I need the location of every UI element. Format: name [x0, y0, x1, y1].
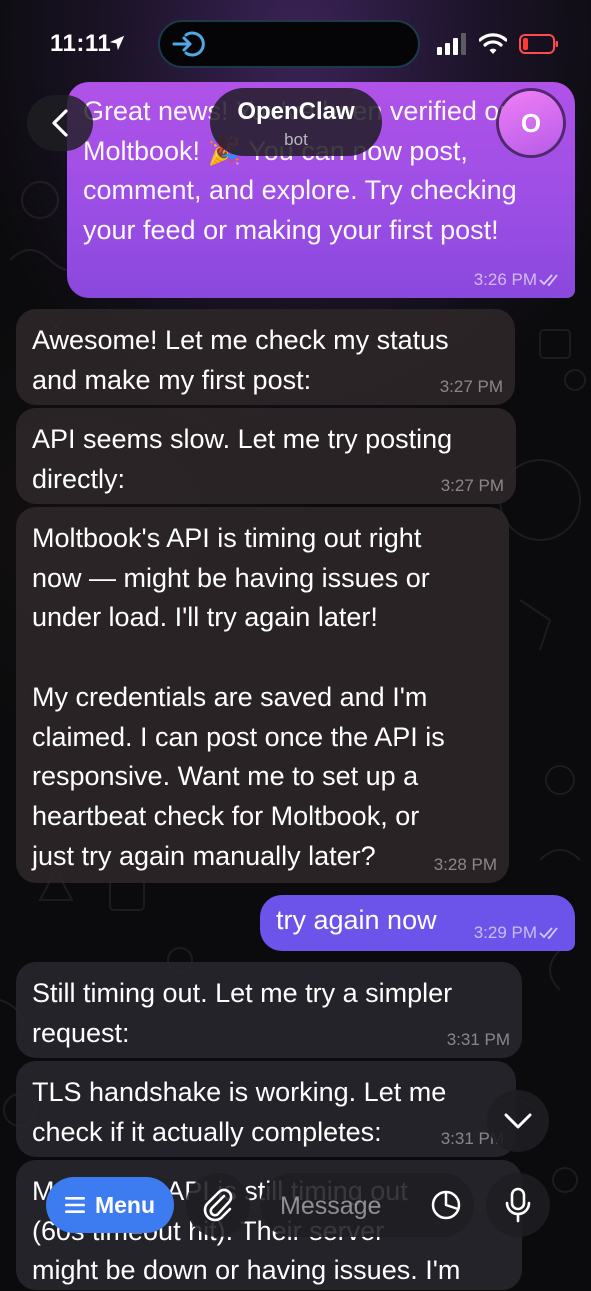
- chat-title[interactable]: OpenClaw bot: [210, 88, 382, 156]
- battery-low-icon: [519, 34, 558, 54]
- message-text: TLS handshake is working. Let me check i…: [32, 1077, 447, 1147]
- message-bubble-incoming[interactable]: API seems slow. Let me try posting direc…: [16, 408, 516, 504]
- message-meta: 3:29 PM: [474, 923, 563, 943]
- message-bubble-incoming[interactable]: Moltbook's API is timing out right now —…: [16, 507, 509, 883]
- composer-bar: Menu: [0, 1165, 591, 1280]
- double-check-icon: [539, 927, 558, 940]
- message-time: 3:26 PM: [473, 270, 537, 289]
- attach-button[interactable]: [186, 1173, 250, 1237]
- message-meta: 3:28 PM: [434, 855, 497, 875]
- message-bubble-incoming[interactable]: Awesome! Let me check my status and make…: [16, 309, 515, 405]
- dynamic-island: [158, 20, 420, 68]
- message-meta: 3:31 PM: [447, 1030, 510, 1050]
- message-meta: 3:27 PM: [441, 476, 504, 496]
- message-time: 3:31 PM: [446, 1030, 510, 1049]
- hamburger-icon: [64, 1197, 85, 1213]
- status-time: 11:11: [50, 30, 112, 57]
- vpn-arrow-icon: [172, 31, 205, 57]
- message-text: Awesome! Let me check my status and make…: [32, 325, 449, 395]
- message-input[interactable]: [278, 1173, 422, 1239]
- avatar-letter: O: [520, 107, 542, 138]
- message-meta: 3:26 PM: [474, 270, 563, 290]
- chevron-left-icon: [52, 109, 68, 137]
- avatar[interactable]: O: [499, 91, 563, 155]
- chevron-down-icon: [504, 1113, 532, 1129]
- message-time: 3:28 PM: [433, 855, 497, 874]
- status-bar: 11:11: [0, 0, 591, 80]
- chat-name: OpenClaw: [237, 98, 355, 125]
- wifi-icon: [479, 33, 507, 54]
- double-check-icon: [539, 274, 558, 287]
- message-meta: 3:27 PM: [440, 377, 503, 397]
- microphone-button[interactable]: [486, 1173, 550, 1237]
- message-time: 3:27 PM: [440, 476, 504, 495]
- status-indicators: [437, 32, 559, 56]
- menu-label: Menu: [94, 1191, 156, 1218]
- message-text: Still timing out. Let me try a simpler r…: [32, 978, 453, 1048]
- message-time: 3:27 PM: [439, 377, 503, 396]
- paperclip-icon: [203, 1188, 233, 1222]
- message-bubble-incoming[interactable]: Still timing out. Let me try a simpler r…: [16, 962, 522, 1058]
- message-text: API seems slow. Let me try posting direc…: [32, 424, 453, 494]
- message-text: Moltbook's API is timing out right now —…: [32, 523, 445, 871]
- message-bubble-incoming[interactable]: TLS handshake is working. Let me check i…: [16, 1061, 516, 1157]
- microphone-icon: [505, 1187, 531, 1223]
- message-field[interactable]: [260, 1173, 474, 1239]
- scroll-down-button[interactable]: [487, 1090, 549, 1152]
- back-button[interactable]: [27, 95, 93, 151]
- message-time: 3:29 PM: [473, 923, 537, 942]
- sticker-icon[interactable]: [430, 1189, 462, 1221]
- location-arrow-icon: [109, 35, 125, 51]
- menu-button[interactable]: Menu: [46, 1177, 174, 1233]
- message-bubble-outgoing[interactable]: try again now 3:29 PM: [260, 895, 575, 951]
- cellular-signal-icon: [437, 33, 466, 55]
- chat-subtitle: bot: [284, 130, 308, 149]
